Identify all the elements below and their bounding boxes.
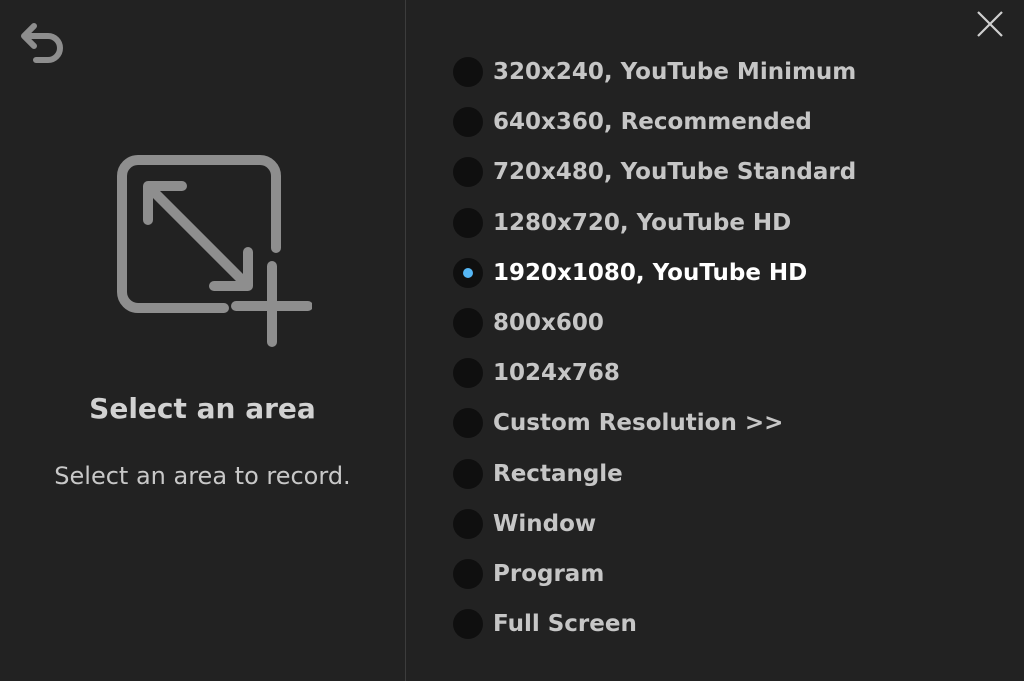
- option-custom-resolution[interactable]: Custom Resolution >>: [452, 398, 1012, 448]
- option-label: Rectangle: [493, 460, 623, 487]
- option-1920x1080[interactable]: 1920x1080, YouTube HD: [452, 248, 1012, 298]
- option-label: 1024x768: [493, 360, 620, 387]
- radio-button[interactable]: [453, 558, 483, 589]
- radio-button[interactable]: [453, 107, 483, 138]
- panel-description: Select an area to record.: [54, 462, 351, 490]
- option-label: 640x360, Recommended: [493, 109, 812, 136]
- option-label: 1920x1080, YouTube HD: [493, 259, 808, 286]
- select-area-dialog: Select an area Select an area to record.…: [0, 0, 1024, 681]
- radio-button[interactable]: [453, 358, 483, 389]
- option-program[interactable]: Program: [452, 549, 1012, 599]
- option-800x600[interactable]: 800x600: [452, 298, 1012, 348]
- radio-button[interactable]: [453, 308, 483, 339]
- option-label: Window: [493, 510, 597, 537]
- option-window[interactable]: Window: [452, 499, 1012, 549]
- close-x-icon: [977, 11, 1003, 37]
- option-label: Program: [493, 560, 605, 587]
- option-full-screen[interactable]: Full Screen: [452, 599, 1012, 649]
- option-label: 800x600: [493, 310, 604, 337]
- option-label: Custom Resolution >>: [493, 410, 784, 437]
- option-720x480[interactable]: 720x480, YouTube Standard: [452, 147, 1012, 197]
- option-640x360[interactable]: 640x360, Recommended: [452, 97, 1012, 147]
- undo-arrow-icon: [21, 23, 63, 63]
- radio-button[interactable]: [453, 157, 483, 188]
- radio-button[interactable]: [453, 408, 483, 439]
- back-button[interactable]: [18, 20, 68, 66]
- option-1024x768[interactable]: 1024x768: [452, 348, 1012, 398]
- option-label: 1280x720, YouTube HD: [493, 209, 792, 236]
- left-panel: Select an area Select an area to record.: [0, 0, 405, 681]
- option-label: Full Screen: [493, 611, 637, 638]
- radio-button[interactable]: [453, 609, 483, 640]
- option-label: 720x480, YouTube Standard: [493, 159, 857, 186]
- panel-divider: [405, 0, 406, 681]
- radio-button[interactable]: [453, 508, 483, 539]
- resize-area-add-icon: [112, 148, 313, 348]
- radio-button[interactable]: [453, 458, 483, 489]
- radio-button[interactable]: [453, 207, 483, 238]
- radio-button[interactable]: [453, 57, 483, 88]
- option-1280x720[interactable]: 1280x720, YouTube HD: [452, 198, 1012, 248]
- resolution-options: 320x240, YouTube Minimum 640x360, Recomm…: [452, 47, 1012, 649]
- panel-title: Select an area: [89, 392, 316, 425]
- option-320x240[interactable]: 320x240, YouTube Minimum: [452, 47, 1012, 97]
- radio-selected-dot: [463, 267, 473, 278]
- close-button[interactable]: [970, 6, 1010, 44]
- option-rectangle[interactable]: Rectangle: [452, 449, 1012, 499]
- radio-button-selected[interactable]: [453, 257, 483, 288]
- option-label: 320x240, YouTube Minimum: [493, 59, 857, 86]
